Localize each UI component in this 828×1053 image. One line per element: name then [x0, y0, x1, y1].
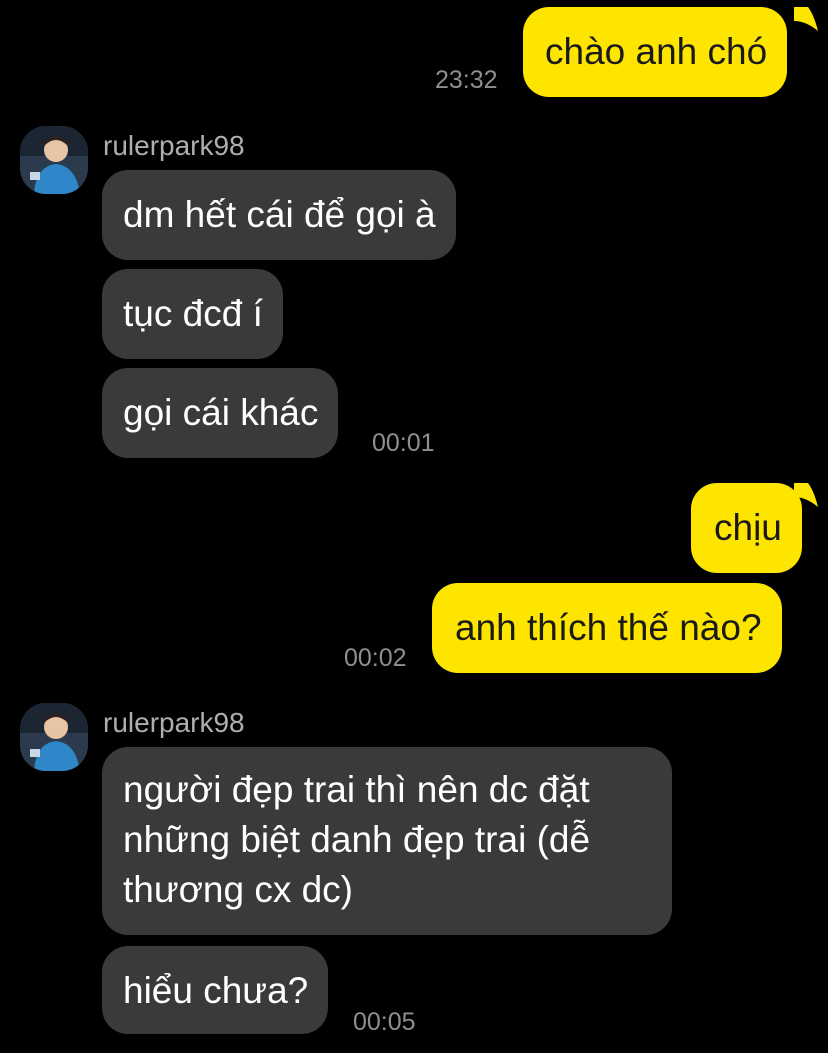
sender-name: rulerpark98	[103, 130, 245, 161]
sender-name: rulerpark98	[103, 707, 245, 738]
message-bubble-outgoing[interactable]: anh thích thế nào?	[432, 583, 782, 673]
profile-photo-icon	[20, 703, 88, 771]
avatar[interactable]	[20, 703, 88, 771]
bubble-tail	[794, 7, 818, 31]
message-bubble-incoming[interactable]: hiểu chưa?	[102, 946, 329, 1034]
bubble-tail	[794, 483, 818, 507]
profile-photo-icon	[20, 126, 88, 194]
message-timestamp: 00:01	[372, 429, 435, 457]
message-timestamp: 00:05	[353, 1008, 416, 1036]
message-bubble-incoming[interactable]: dm hết cái để gọi à	[102, 170, 456, 260]
message-bubble-incoming[interactable]: người đẹp trai thì nên dc đặt những biệt…	[102, 747, 672, 935]
message-bubble-incoming[interactable]: tục đcđ í	[102, 269, 283, 359]
message-timestamp: 23:32	[435, 66, 498, 94]
message-bubble-incoming[interactable]: gọi cái khác	[102, 368, 339, 458]
message-bubble-outgoing[interactable]: chịu	[691, 483, 802, 573]
avatar[interactable]	[20, 126, 88, 194]
message-timestamp: 00:02	[344, 644, 407, 672]
message-bubble-outgoing[interactable]: chào anh chó	[523, 7, 788, 97]
